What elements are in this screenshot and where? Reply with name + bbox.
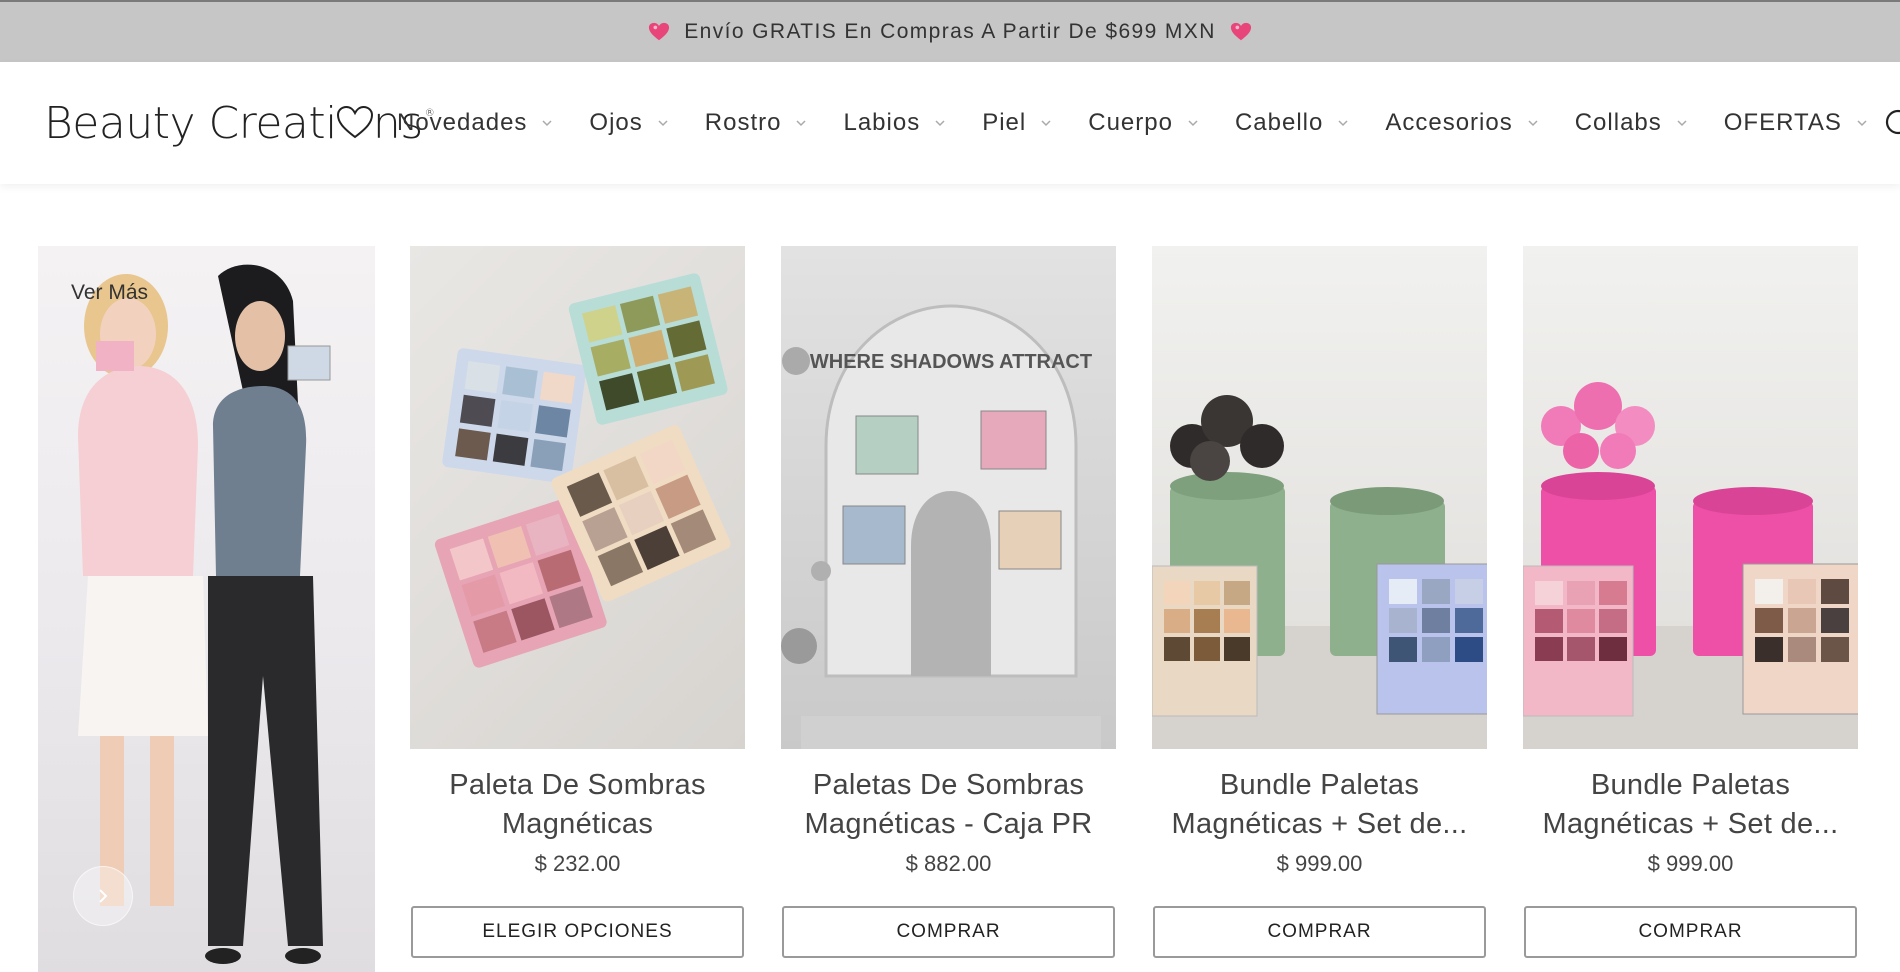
product-card: WHERE SHADOWS ATTRACT Paletas De Sombras…: [781, 246, 1116, 972]
nav-item-cuerpo[interactable]: Cuerpo: [1088, 109, 1199, 137]
chevron-down-icon: [1041, 120, 1051, 127]
product-title-line: Paletas De Sombras: [812, 769, 1085, 801]
nav-item-label: Collabs: [1574, 109, 1662, 136]
chevron-down-icon: [542, 120, 552, 127]
chevron-down-icon: [1677, 120, 1687, 127]
product-title[interactable]: Bundle Paletas Magnéticas + Set de...: [1152, 766, 1487, 844]
nav-item-accesorios[interactable]: Accesorios: [1385, 109, 1538, 137]
product-title[interactable]: Paletas De Sombras Magnéticas - Caja PR: [781, 766, 1116, 844]
hero-banner[interactable]: Ver Más: [38, 246, 375, 972]
nav-item-novedades[interactable]: Novedades: [397, 109, 553, 137]
product-image[interactable]: WHERE SHADOWS ATTRACT: [781, 246, 1116, 749]
nav-item-label: Cabello: [1234, 109, 1324, 136]
logo-heart-icon: [336, 105, 373, 139]
nav-item-label: OFERTAS: [1723, 109, 1842, 136]
buy-button[interactable]: COMPRAR: [1524, 906, 1857, 958]
logo-text-part1: Beauty Creati: [44, 97, 337, 149]
product-price: $ 999.00: [1276, 851, 1363, 876]
buy-button[interactable]: COMPRAR: [782, 906, 1115, 958]
product-image[interactable]: [1523, 246, 1858, 749]
chevron-down-icon: [1338, 120, 1348, 127]
display-text: WHERE SHADOWS ATTRACT: [810, 351, 1092, 373]
nav-item-label: Accesorios: [1385, 109, 1513, 136]
nav-item-cabello[interactable]: Cabello: [1235, 109, 1349, 137]
buy-button[interactable]: COMPRAR: [1153, 906, 1486, 958]
product-image[interactable]: [1152, 246, 1487, 749]
nav-item-label: Cuerpo: [1088, 109, 1173, 136]
product-card: Bundle Paletas Magnéticas + Set de... $ …: [1152, 246, 1487, 972]
product-title-line: Magnéticas + Set de...: [1542, 808, 1839, 840]
chevron-right-icon: [99, 889, 108, 903]
nav-item-ojos[interactable]: Ojos: [589, 109, 668, 137]
nav-item-piel[interactable]: Piel: [982, 109, 1052, 137]
product-price: $ 882.00: [905, 851, 992, 876]
product-title[interactable]: Paleta De Sombras Magnéticas: [410, 766, 745, 844]
hero-link-label[interactable]: Ver Más: [71, 281, 148, 305]
chevron-down-icon: [658, 120, 668, 127]
heart-icon: [649, 22, 670, 41]
announcement-text: Envío GRATIS En Compras A Partir De $699…: [684, 20, 1216, 43]
product-title-line: Paleta De Sombras: [449, 769, 706, 801]
chevron-down-icon: [935, 120, 945, 127]
nav-item-label: Novedades: [397, 109, 528, 136]
product-title[interactable]: Bundle Paletas Magnéticas + Set de...: [1523, 766, 1858, 844]
search-icon[interactable]: [1884, 108, 1900, 138]
product-image[interactable]: [410, 246, 745, 749]
nav-item-label: Piel: [982, 109, 1027, 136]
product-title-line: Bundle Paletas: [1590, 769, 1791, 801]
announcement-bar: Envío GRATIS En Compras A Partir De $699…: [0, 0, 1900, 62]
product-title-line: Bundle Paletas: [1219, 769, 1420, 801]
product-title-line: Magnéticas: [501, 808, 654, 840]
product-title-line: Magnéticas - Caja PR: [804, 808, 1093, 840]
nav-item-label: Ojos: [589, 109, 643, 136]
choose-options-button[interactable]: ELEGIR OPCIONES: [411, 906, 744, 958]
chevron-down-icon: [1188, 120, 1198, 127]
nav-item-collabs[interactable]: Collabs: [1575, 109, 1688, 137]
nav-item-labios[interactable]: Labios: [843, 109, 946, 137]
carousel-next-button[interactable]: [73, 866, 133, 926]
product-price: $ 999.00: [1647, 851, 1734, 876]
product-card: Bundle Paletas Magnéticas + Set de... $ …: [1523, 246, 1858, 972]
hero-models-image: [78, 264, 331, 964]
nav-item-rostro[interactable]: Rostro: [705, 109, 808, 137]
nav-item-label: Rostro: [704, 109, 782, 136]
heart-icon: [1230, 22, 1251, 41]
nav-item-ofertas[interactable]: OFERTAS: [1724, 109, 1868, 137]
chevron-down-icon: [1857, 120, 1867, 127]
site-header: Beauty Creati ns ® Novedades Ojos Rostro…: [0, 62, 1900, 184]
chevron-down-icon: [1528, 120, 1538, 127]
chevron-down-icon: [796, 120, 806, 127]
product-card: Paleta De Sombras Magnéticas $ 232.00 EL…: [410, 246, 745, 972]
main-nav: Novedades Ojos Rostro Labios Piel Cuerpo…: [397, 62, 1900, 184]
product-price: $ 232.00: [534, 851, 621, 876]
nav-item-label: Labios: [843, 109, 921, 136]
brand-logo[interactable]: Beauty Creati ns ®: [44, 96, 435, 150]
product-title-line: Magnéticas + Set de...: [1171, 808, 1468, 840]
